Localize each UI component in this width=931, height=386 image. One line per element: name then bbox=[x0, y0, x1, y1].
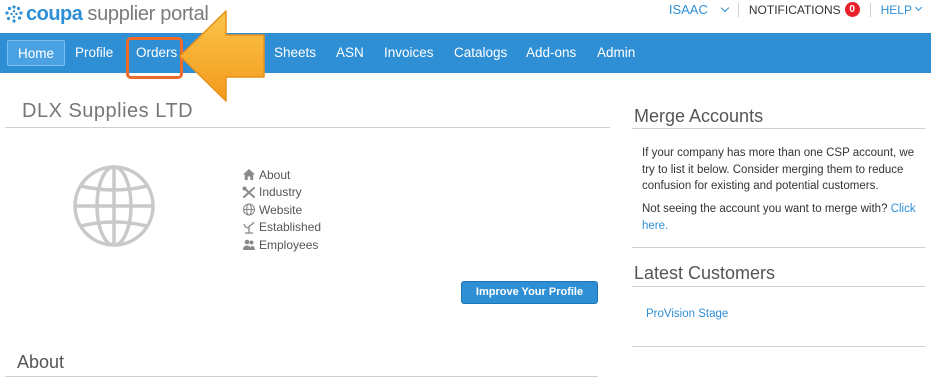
user-menu[interactable]: ISAAC bbox=[668, 2, 730, 17]
info-established-label: Established bbox=[259, 220, 322, 235]
nav-catalogs[interactable]: Catalogs bbox=[444, 40, 517, 66]
nav-invoices[interactable]: Invoices bbox=[374, 40, 444, 66]
nav-admin[interactable]: Admin bbox=[587, 40, 645, 66]
chevron-down-icon bbox=[720, 3, 730, 12]
pointer-arrow-icon bbox=[179, 10, 265, 102]
merge-accounts-question: Not seeing the account you want to merge… bbox=[642, 203, 888, 215]
company-name: DLX Supplies LTD bbox=[22, 100, 194, 122]
top-header: coupa supplier portal ISAAC NOTIFICATION… bbox=[0, 0, 931, 33]
sprout-icon bbox=[243, 221, 255, 234]
info-employees: Employees bbox=[242, 236, 321, 254]
notifications-label: NOTIFICATIONS bbox=[748, 2, 841, 17]
info-website-label: Website bbox=[259, 202, 303, 217]
info-employees-label: Employees bbox=[259, 237, 319, 252]
info-about: About bbox=[242, 166, 321, 184]
info-industry: Industry bbox=[242, 184, 321, 202]
coupa-logo-icon bbox=[5, 5, 23, 23]
notifications-button[interactable]: NOTIFICATIONS 0 bbox=[749, 2, 860, 17]
merge-accounts-text: If your company has more than one CSP ac… bbox=[642, 147, 915, 192]
orders-highlight-box bbox=[126, 37, 183, 79]
help-label: HELP bbox=[880, 2, 912, 17]
globe-icon bbox=[73, 165, 155, 247]
divider bbox=[632, 128, 925, 129]
info-industry-label: Industry bbox=[259, 185, 302, 200]
nav-sheets[interactable]: Sheets bbox=[264, 40, 326, 66]
info-established: Established bbox=[242, 219, 321, 237]
nav-add-ons[interactable]: Add-ons bbox=[516, 40, 586, 66]
divider bbox=[632, 346, 925, 347]
house-icon bbox=[243, 169, 255, 181]
nav-home[interactable]: Home bbox=[7, 40, 66, 66]
merge-accounts-heading: Merge Accounts bbox=[634, 106, 764, 126]
user-name: ISAAC bbox=[668, 2, 708, 17]
divider bbox=[737, 2, 739, 17]
info-about-label: About bbox=[259, 167, 291, 182]
nav-asn[interactable]: ASN bbox=[326, 40, 374, 66]
divider bbox=[5, 376, 598, 377]
merge-accounts-question-block: Not seeing the account you want to merge… bbox=[642, 201, 922, 234]
notifications-badge: 0 bbox=[844, 2, 860, 17]
customer-link[interactable]: ProVision Stage bbox=[646, 306, 926, 323]
tools-icon bbox=[242, 186, 255, 198]
latest-customers-heading: Latest Customers bbox=[634, 263, 776, 283]
info-website: Website bbox=[242, 201, 321, 219]
people-icon bbox=[243, 239, 255, 251]
divider bbox=[869, 2, 871, 17]
profile-info-list: About Industry Website Established Emplo… bbox=[242, 166, 321, 254]
top-right-menu: ISAAC NOTIFICATIONS 0 HELP bbox=[668, 2, 923, 17]
divider bbox=[632, 286, 925, 287]
improve-profile-button[interactable]: Improve Your Profile bbox=[461, 281, 598, 304]
chevron-down-icon bbox=[914, 3, 923, 12]
divider bbox=[632, 247, 925, 248]
help-menu[interactable]: HELP bbox=[880, 2, 923, 17]
logo-brand-text: coupa bbox=[26, 2, 83, 25]
nav-profile[interactable]: Profile bbox=[65, 40, 123, 66]
divider bbox=[5, 127, 610, 128]
globe-small-icon bbox=[242, 203, 256, 216]
about-heading: About bbox=[17, 352, 65, 372]
